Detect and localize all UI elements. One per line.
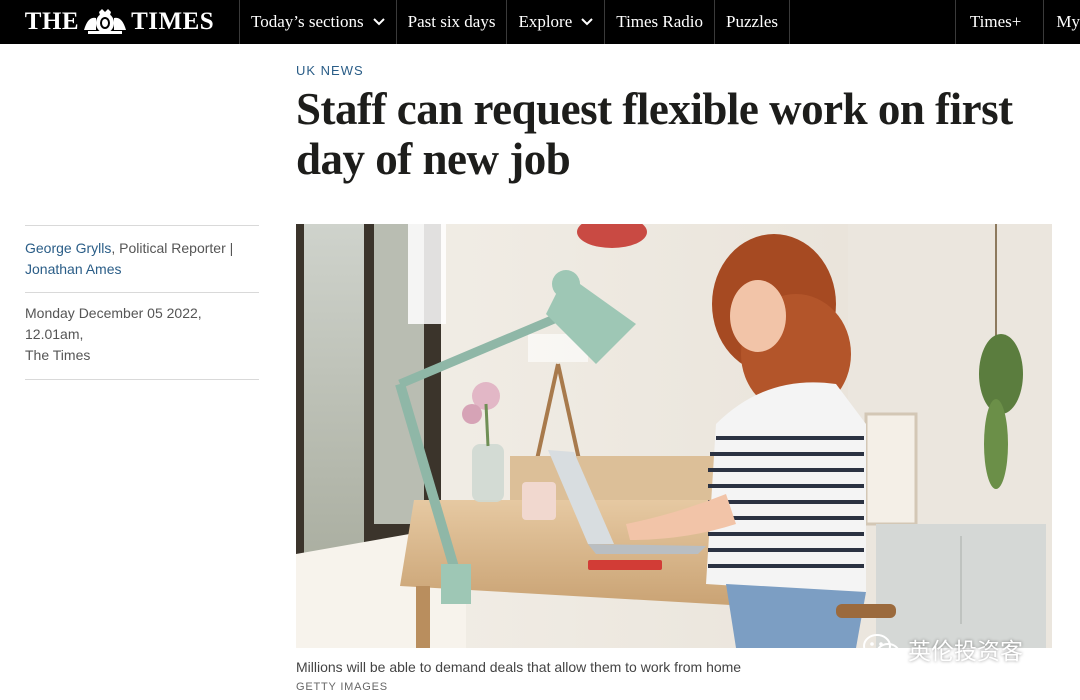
author-link-george-grylls[interactable]: George Grylls [25,240,111,256]
nav-explore[interactable]: Explore [507,0,606,44]
publish-date-box: Monday December 05 2022, 12.01am, The Ti… [25,292,259,380]
chevron-down-icon [581,18,593,26]
nav-puzzles-label: Puzzles [726,12,778,31]
nav-spacer [790,0,956,44]
nav-my-account-label: My [1056,12,1080,31]
image-caption: Millions will be able to demand deals th… [296,659,742,675]
article-hero-image [296,224,1052,648]
nav-todays-sections[interactable]: Today’s sections [240,0,397,44]
logo-text-times: TIMES [131,8,215,35]
top-navigation: THE TIMES Today’s sections Past six days… [0,0,1080,44]
nav-times-plus[interactable]: Times+ [956,0,1045,44]
nav-times-plus-label: Times+ [969,12,1022,31]
royal-crest-icon [84,9,127,34]
nav-times-radio-label: Times Radio [616,12,704,31]
nav-my-account[interactable]: My [1044,0,1080,44]
watermark-text: 英伦投资客 [908,639,1023,665]
author-link-jonathan-ames[interactable]: Jonathan Ames [25,261,122,277]
times-logo[interactable]: THE TIMES [0,0,240,44]
byline: George Grylls, Political Reporter | Jona… [25,225,259,293]
nav-past-six-days-label: Past six days [407,12,496,31]
section-link[interactable]: UK NEWS [296,63,364,78]
publication-name: The Times [25,347,91,363]
hero-illustration [296,224,1052,648]
nav-todays-sections-label: Today’s sections [251,12,364,31]
logo-text-the: THE [24,8,80,35]
chevron-down-icon [372,18,385,26]
author-role: , Political Reporter | [111,240,234,256]
article-headline: Staff can request flexible work on first… [296,84,1013,184]
nav-times-radio[interactable]: Times Radio [605,0,716,44]
wechat-icon [863,634,900,663]
nav-explore-label: Explore [518,12,573,31]
nav-puzzles[interactable]: Puzzles [715,0,790,44]
watermark: 英伦投资客 [862,632,1023,666]
publish-date: Monday December 05 2022, 12.01am, [25,305,202,342]
image-credit: GETTY IMAGES [296,681,388,693]
nav-past-six-days[interactable]: Past six days [397,0,508,44]
